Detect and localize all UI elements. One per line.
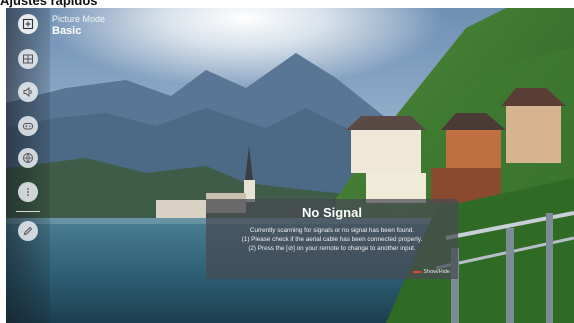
dialog-message-line: (1) Please check if the aerial cable has… — [241, 236, 423, 243]
aspect-grid-icon — [23, 54, 33, 64]
sound-button[interactable] — [18, 82, 38, 102]
sound-icon — [23, 86, 32, 98]
gamepad-icon — [23, 123, 33, 130]
edit-button[interactable] — [18, 221, 38, 241]
globe-network-icon — [23, 153, 33, 163]
edit-pencil-icon — [23, 226, 33, 236]
dialog-title: No Signal — [302, 205, 362, 220]
show-hide-hint[interactable]: Show/Hide — [413, 269, 450, 275]
picture-mode-value: Basic — [52, 25, 82, 37]
quick-settings-sidebar — [6, 8, 50, 323]
no-signal-dialog: No Signal Currently scanning for signals… — [206, 199, 458, 279]
picture-mode-button[interactable] — [18, 14, 38, 34]
network-button[interactable] — [18, 148, 38, 168]
game-mode-button[interactable] — [18, 116, 38, 136]
red-key-icon — [413, 270, 422, 273]
aspect-ratio-button[interactable] — [18, 49, 38, 69]
page-title: Ajustes rápidos — [0, 0, 98, 8]
more-button[interactable] — [18, 182, 38, 202]
sidebar-divider — [16, 211, 40, 212]
picture-mode-label: Picture Mode — [52, 14, 106, 24]
more-dots-icon — [27, 188, 29, 196]
show-hide-label: Show/Hide — [423, 269, 450, 275]
tv-screen: Picture Mode Basic No Signal Currently s… — [6, 8, 574, 323]
picture-mode-icon — [22, 18, 34, 30]
dialog-message-line: (2) Press the [⊘] on your remote to chan… — [248, 245, 416, 252]
dialog-message-line: Currently scanning for signals or no sig… — [249, 227, 415, 234]
